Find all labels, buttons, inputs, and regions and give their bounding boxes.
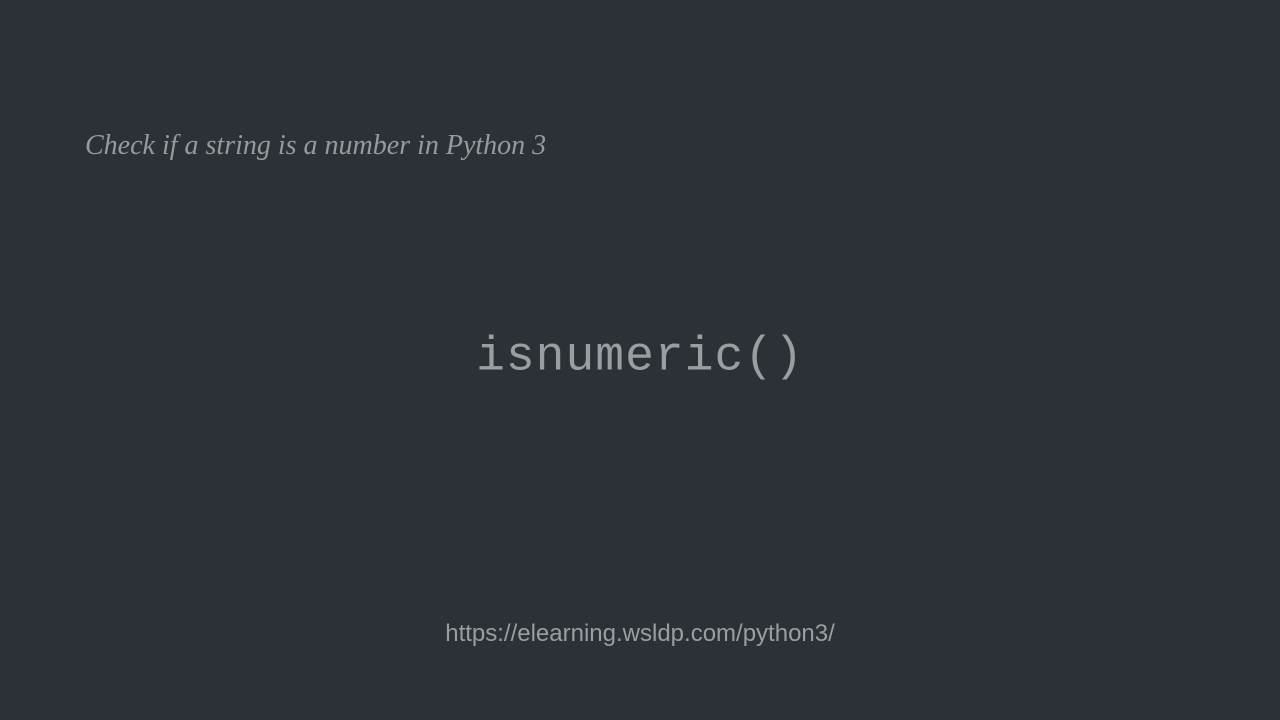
slide-title: Check if a string is a number in Python … <box>85 130 546 162</box>
slide-main-code: isnumeric() <box>476 330 804 384</box>
slide-footer-url: https://elearning.wsldp.com/python3/ <box>445 620 835 648</box>
